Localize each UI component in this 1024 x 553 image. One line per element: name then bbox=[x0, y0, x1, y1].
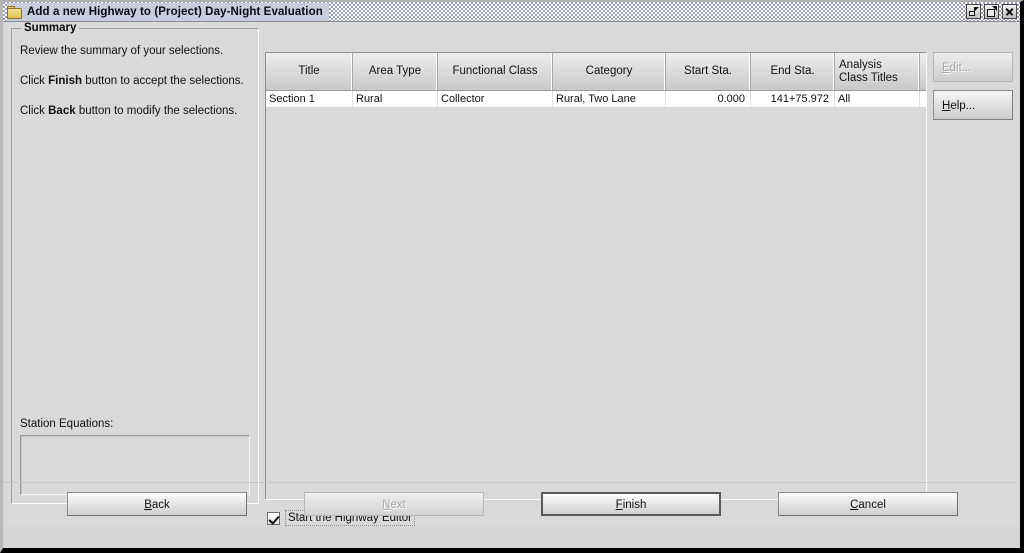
close-button[interactable] bbox=[1002, 4, 1017, 19]
table-header-cell[interactable]: Functional Class bbox=[438, 53, 553, 90]
table-action-buttons: Edit... Help... bbox=[933, 52, 1013, 128]
summary-line-2-emphasis: Finish bbox=[48, 75, 82, 87]
table-header-cell[interactable]: Analysis Class Titles bbox=[835, 53, 920, 90]
edit-button[interactable]: Edit... bbox=[933, 52, 1013, 82]
window-title: Add a new Highway to (Project) Day-Night… bbox=[27, 5, 323, 18]
finish-button[interactable]: Finish bbox=[541, 492, 721, 516]
table-header-row: Title Area Type Functional Class Category St… bbox=[266, 53, 926, 91]
summary-line-2-pre: Click bbox=[20, 75, 49, 87]
table-cell[interactable]: Collector bbox=[438, 91, 553, 107]
table-header-cell[interactable]: Start Sta. bbox=[666, 53, 751, 90]
wizard-button-bar: Back Next Finish Cancel bbox=[3, 482, 1016, 526]
table-header-cell[interactable]: Title bbox=[266, 53, 353, 90]
summary-line-2-post: button to accept the selections. bbox=[82, 75, 244, 87]
summary-line-1: Review the summary of your selections. bbox=[20, 45, 224, 57]
summary-instructions: Review the summary of your selections. C… bbox=[20, 45, 250, 135]
table-header-cell[interactable]: End Sta. bbox=[751, 53, 835, 90]
table-cell[interactable]: All bbox=[835, 91, 920, 107]
summary-panel-title: Summary bbox=[21, 22, 80, 34]
window-controls bbox=[966, 4, 1017, 19]
table-header-cell-line: Class Titles bbox=[839, 71, 898, 84]
back-button[interactable]: Back bbox=[67, 492, 247, 516]
summary-line-2: Click Finish button to accept the select… bbox=[20, 75, 250, 87]
dialog-window: Add a new Highway to (Project) Day-Night… bbox=[0, 0, 1024, 553]
table-empty-area bbox=[266, 108, 926, 498]
help-button[interactable]: Help... bbox=[933, 90, 1013, 120]
table-header-cell[interactable]: Category bbox=[553, 53, 666, 90]
table-body: Section 1 Rural Collector Rural, Two Lane 0.… bbox=[266, 91, 926, 108]
summary-line-3: Click Back button to modify the selectio… bbox=[20, 105, 250, 117]
summary-line-3-emphasis: Back bbox=[48, 105, 76, 117]
table-cell[interactable]: Rural, Two Lane bbox=[553, 91, 666, 107]
table-cell[interactable]: Section 1 bbox=[266, 91, 353, 107]
summary-line-3-pre: Click bbox=[20, 105, 49, 117]
summary-line-3-post: button to modify the selections. bbox=[75, 105, 238, 117]
summary-panel: Summary Review the summary of your selec… bbox=[11, 22, 259, 504]
table-header-cell[interactable]: Area Type bbox=[353, 53, 438, 90]
dialog-content: Summary Review the summary of your selec… bbox=[3, 22, 1020, 526]
table-header-cell-line: Analysis bbox=[839, 58, 882, 71]
table-row[interactable]: Section 1 Rural Collector Rural, Two Lane 0.… bbox=[266, 91, 926, 108]
title-bar-label-group: Add a new Highway to (Project) Day-Night… bbox=[7, 2, 329, 21]
highway-sections-table[interactable]: Title Area Type Functional Class Category St… bbox=[265, 52, 927, 500]
folder-icon bbox=[7, 5, 22, 19]
title-bar[interactable]: Add a new Highway to (Project) Day-Night… bbox=[3, 2, 1020, 22]
table-cell[interactable]: 0.000 bbox=[666, 91, 751, 107]
next-button[interactable]: Next bbox=[304, 492, 484, 516]
table-cell[interactable]: 141+75.972 bbox=[751, 91, 835, 107]
cancel-button[interactable]: Cancel bbox=[778, 492, 958, 516]
table-cell[interactable]: Rural bbox=[353, 91, 438, 107]
station-equations-label: Station Equations: bbox=[20, 418, 114, 430]
minimize-button[interactable] bbox=[966, 4, 981, 19]
maximize-button[interactable] bbox=[984, 4, 999, 19]
